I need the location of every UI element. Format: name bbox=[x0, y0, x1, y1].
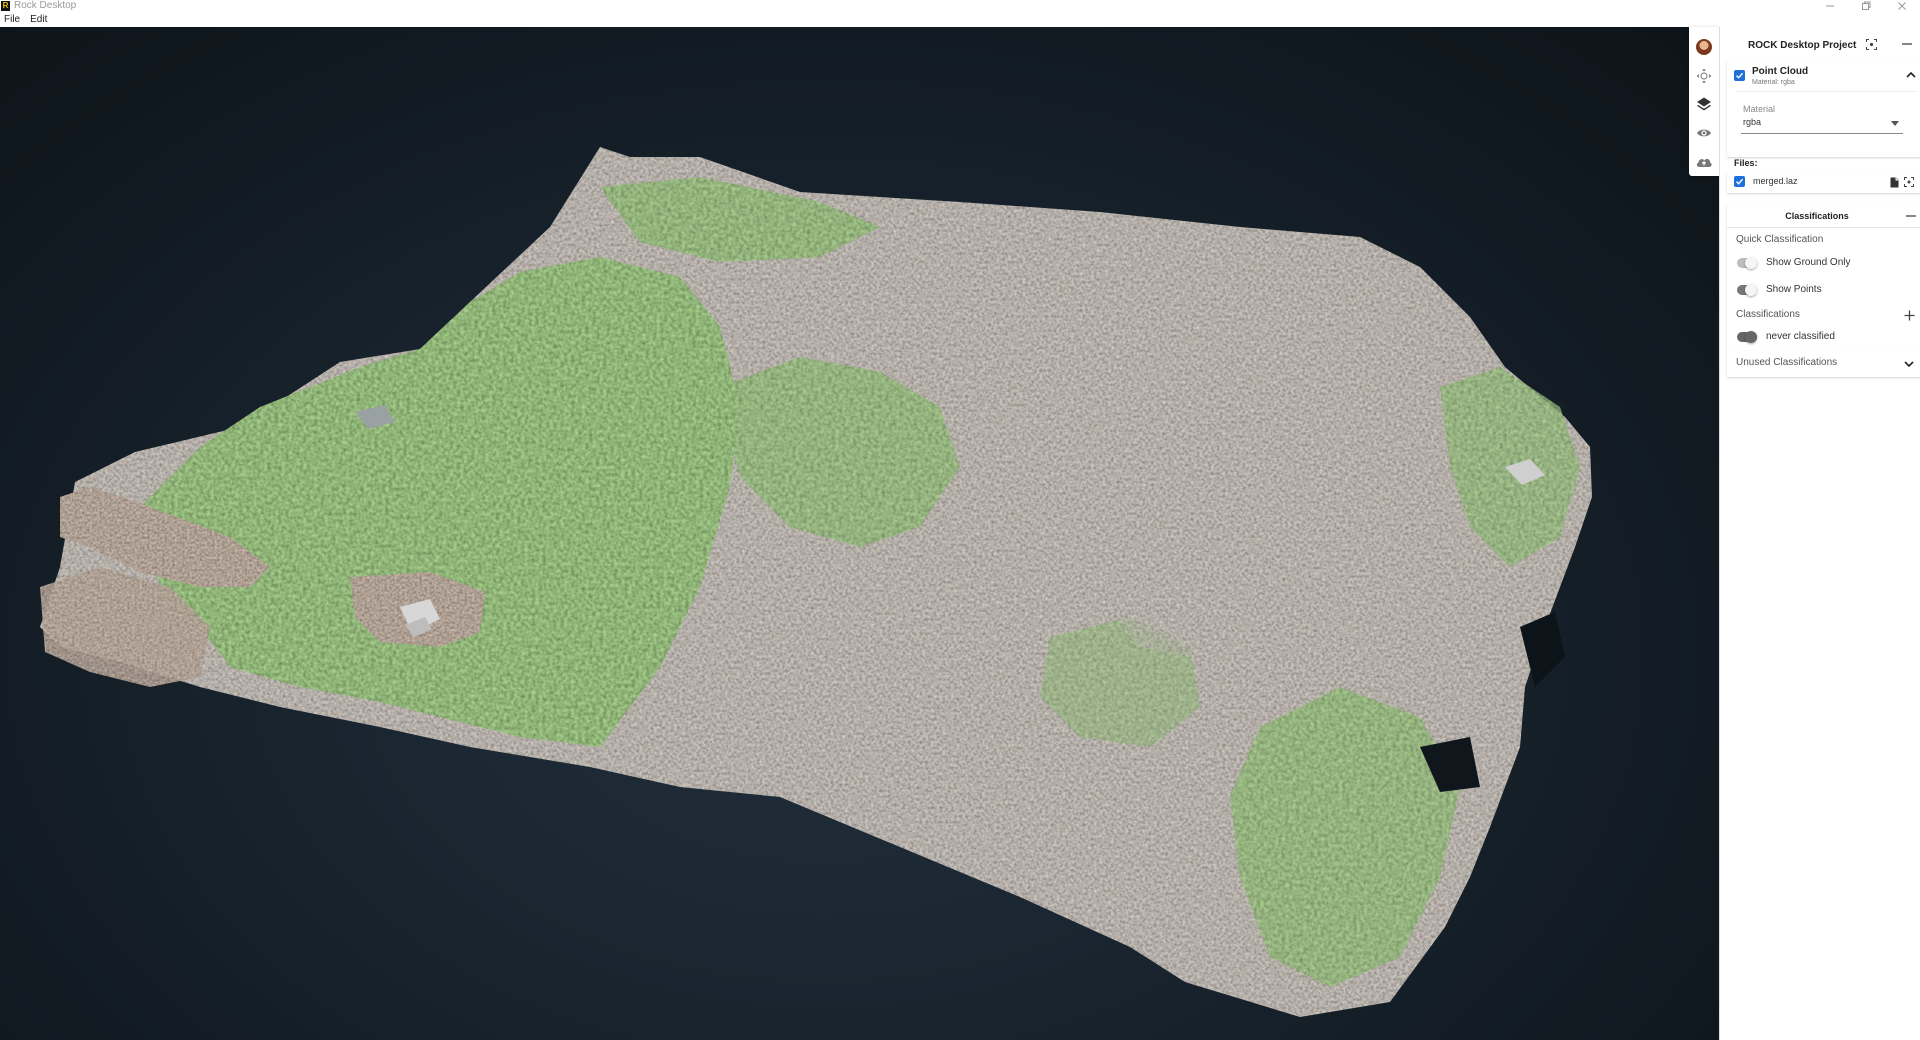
menu-file[interactable]: File bbox=[4, 12, 20, 27]
plus-icon bbox=[1904, 310, 1914, 320]
dropdown-arrow-icon bbox=[1891, 121, 1899, 126]
material-underline bbox=[1741, 133, 1903, 134]
add-classification-button[interactable] bbox=[1903, 309, 1915, 321]
minus-icon bbox=[1906, 215, 1916, 217]
point-cloud-title: Point Cloud bbox=[1752, 66, 1809, 77]
window-controls bbox=[1812, 0, 1920, 12]
toggle-knob bbox=[1745, 284, 1757, 296]
chevron-up-icon bbox=[1906, 71, 1916, 78]
file-checkbox[interactable] bbox=[1734, 176, 1745, 187]
project-header: ROCK Desktop Project bbox=[1727, 35, 1920, 55]
unused-classifications-label: Unused Classifications bbox=[1736, 357, 1838, 368]
restore-button[interactable] bbox=[1848, 0, 1884, 12]
side-toolbar bbox=[1689, 27, 1719, 176]
checkmark-icon bbox=[1736, 72, 1744, 79]
app-logo: R bbox=[1, 1, 10, 11]
eye-icon bbox=[1697, 129, 1711, 137]
collapse-point-cloud-button[interactable] bbox=[1905, 68, 1917, 80]
toggle-knob bbox=[1745, 257, 1757, 269]
focus-icon bbox=[1904, 177, 1914, 187]
close-button[interactable] bbox=[1884, 0, 1920, 12]
upload-tool-button[interactable] bbox=[1689, 147, 1719, 176]
material-select[interactable]: rgba bbox=[1741, 116, 1903, 134]
point-cloud-render bbox=[40, 147, 1592, 1017]
show-ground-only-toggle[interactable] bbox=[1737, 257, 1757, 269]
collapse-classifications-button[interactable] bbox=[1905, 210, 1917, 222]
file-name: merged.laz bbox=[1753, 176, 1798, 186]
classifications-section-label: Classifications bbox=[1736, 309, 1800, 320]
cloud-upload-icon bbox=[1696, 158, 1712, 167]
material-label: Material bbox=[1743, 104, 1776, 114]
point-cloud-viewport[interactable] bbox=[0, 27, 1719, 1040]
collapse-project-button[interactable] bbox=[1901, 38, 1913, 50]
file-icon bbox=[1890, 177, 1898, 187]
divider bbox=[1737, 91, 1917, 92]
toggle-knob bbox=[1745, 331, 1757, 343]
file-focus-button[interactable] bbox=[1903, 176, 1915, 188]
menu-bar: File Edit bbox=[0, 12, 1920, 27]
checkmark-icon bbox=[1736, 178, 1744, 185]
never-classified-toggle[interactable] bbox=[1737, 331, 1757, 343]
layers-icon bbox=[1697, 97, 1711, 111]
chevron-down-icon bbox=[1904, 360, 1914, 367]
layers-panel: ROCK Desktop Project Point Cloud Materia… bbox=[1719, 27, 1920, 1040]
divider bbox=[1727, 227, 1920, 228]
layers-tool-button[interactable] bbox=[1689, 90, 1719, 119]
show-points-toggle[interactable] bbox=[1737, 284, 1757, 296]
user-avatar-button[interactable] bbox=[1689, 33, 1719, 62]
files-label: Files: bbox=[1734, 158, 1758, 168]
show-ground-only-label: Show Ground Only bbox=[1766, 257, 1851, 268]
minimize-icon bbox=[1826, 5, 1834, 7]
expand-unused-button[interactable] bbox=[1903, 358, 1915, 370]
unused-classifications-row[interactable]: Unused Classifications bbox=[1727, 351, 1920, 377]
move-icon bbox=[1696, 68, 1712, 84]
point-cloud-card: Point Cloud Material: rgba Material rgba bbox=[1727, 61, 1920, 157]
point-cloud-subtitle: Material: rgba bbox=[1752, 79, 1795, 86]
menu-edit[interactable]: Edit bbox=[30, 12, 47, 27]
avatar bbox=[1696, 39, 1712, 56]
focus-icon bbox=[1865, 38, 1877, 50]
close-icon bbox=[1898, 2, 1906, 10]
move-tool-button[interactable] bbox=[1689, 62, 1719, 91]
window-title: Rock Desktop bbox=[14, 0, 77, 11]
material-value: rgba bbox=[1743, 117, 1762, 127]
classifications-header: Classifications bbox=[1785, 211, 1849, 221]
title-bar: R Rock Desktop bbox=[0, 0, 1920, 12]
project-title: ROCK Desktop Project bbox=[1748, 39, 1857, 51]
point-cloud-checkbox[interactable] bbox=[1734, 70, 1745, 81]
never-classified-label: never classified bbox=[1766, 331, 1835, 342]
restore-icon bbox=[1862, 1, 1871, 10]
file-row: merged.laz bbox=[1727, 171, 1920, 193]
visibility-tool-button[interactable] bbox=[1689, 119, 1719, 148]
file-info-button[interactable] bbox=[1888, 176, 1900, 188]
classifications-card: Classifications Quick Classification Sho… bbox=[1727, 205, 1920, 351]
minimize-button[interactable] bbox=[1812, 0, 1848, 12]
zoom-extent-button[interactable] bbox=[1865, 38, 1877, 50]
minus-icon bbox=[1902, 43, 1912, 45]
show-points-label: Show Points bbox=[1766, 284, 1822, 295]
quick-classification-label: Quick Classification bbox=[1736, 234, 1824, 245]
